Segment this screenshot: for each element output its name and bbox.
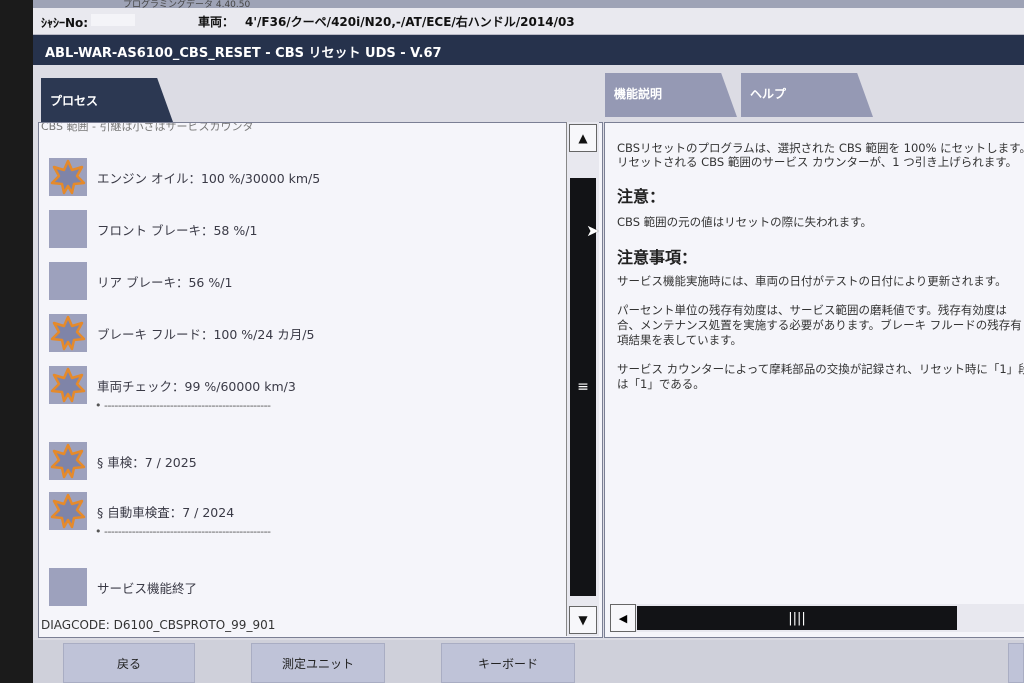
tab-help[interactable]: ヘルプ [741,73,873,117]
heading-caution: 注意： [617,187,666,206]
keyboard-button[interactable]: キーボード [441,643,575,683]
grip-icon: ≡ [577,379,589,395]
star-reset-icon [49,314,87,352]
vehicle-label: 車両： [198,15,235,29]
list-item-label: フロント ブレーキ：58 %/1 [97,223,258,238]
tab-process-label: プロセス [50,94,99,108]
function-title-bar: ABL-WAR-AS6100_CBS_RESET - CBS リセット UDS … [33,35,1024,65]
scroll-down-button[interactable]: ▼ [569,606,597,634]
partial-button[interactable] [1008,643,1024,683]
diagnostic-screen: プログラミングデータ 4.40.50 ｼｬｼｰNo: 車両： 4'/F36/クー… [33,0,1024,683]
vertical-scrollbar[interactable]: ▲ ≡ ▼ [566,122,599,636]
list-item-label: エンジン オイル：100 %/30000 km/5 [97,171,321,186]
top-status-strip: プログラミングデータ 4.40.50 [33,0,1024,10]
star-reset-icon [49,158,87,196]
triangle-up-icon: ▲ [578,131,588,145]
list-item-end-service[interactable]: サービス機能終了 [49,568,569,608]
star-reset-icon [49,492,87,530]
measuring-unit-button[interactable]: 測定ユニット [251,643,385,683]
triangle-down-icon: ▼ [578,613,588,627]
dotted-separator: • --------------------------------------… [95,525,271,538]
scroll-left-button[interactable]: ◀ [610,604,636,632]
star-reset-icon [49,442,87,480]
horizontal-scrollbar-thumb[interactable]: |||| [637,606,957,630]
diagcode-text: DIAGCODE: D6100_CBSPROTO_99_901 [41,618,276,632]
back-button[interactable]: 戻る [63,643,195,683]
note-text-3a: サービス カウンターによって摩耗部品の交換が記録され、リセット時に「1」段階 [617,362,1024,376]
list-item-label: リア ブレーキ：56 %/1 [97,275,233,290]
bottom-toolbar: 戻る 測定ユニット キーボード [33,640,1024,683]
vehicle-value: 4'/F36/クーペ/420i/N20,-/AT/ECE/右ハンドル/2014/… [245,15,575,29]
heading-notes: 注意事項： [617,248,698,267]
dotted-separator: • --------------------------------------… [95,399,271,412]
cut-off-header-text: CBS 範囲 - 引継は小さはサービスカウンタ [41,122,254,133]
list-item-label: § 自動車検査：7 / 2024 [97,505,235,520]
list-item-front-brake[interactable]: フロント ブレーキ：58 %/1 [49,210,569,250]
triangle-left-icon: ◀ [618,611,628,625]
intro-text-1: CBSリセットのプログラムは、選択された CBS 範囲を 100% にセットしま… [617,141,1024,155]
list-item-rear-brake[interactable]: リア ブレーキ：56 %/1 [49,262,569,302]
vehicle-info-bar: ｼｬｼｰNo: 車両： 4'/F36/クーペ/420i/N20,-/AT/ECE… [33,8,1024,35]
list-item-engine-oil[interactable]: エンジン オイル：100 %/30000 km/5 [49,158,569,198]
scrollbar-thumb[interactable]: ≡ [570,178,596,596]
caution-text: CBS 範囲の元の値はリセットの際に失われます。 [617,215,872,229]
tab-function-description[interactable]: 機能説明 [605,73,737,117]
note-text-3b: は「1」である。 [617,377,705,391]
list-item-label: 車両チェック：99 %/60000 km/3 [97,379,296,394]
horizontal-scrollbar[interactable]: ◀ |||| [610,604,1024,632]
function-description-panel: CBSリセットのプログラムは、選択された CBS 範囲を 100% にセットしま… [604,122,1024,638]
list-item-label: サービス機能終了 [97,581,198,596]
list-item-label: ブレーキ フルード：100 %/24 カ月/5 [97,327,315,342]
star-reset-icon [49,366,87,404]
list-item-label: § 車検：7 / 2025 [97,455,197,470]
blank-tile-icon [49,568,87,606]
tab-function-description-label: 機能説明 [614,87,663,101]
note-text-2b: 合、メンテナンス処置を実施する必要があります。ブレーキ フルードの残存有 [617,318,1022,332]
chassis-label: ｼｬｼｰNo: [41,16,89,30]
list-item-brake-fluid[interactable]: ブレーキ フルード：100 %/24 カ月/5 [49,314,569,354]
blank-tile-icon [49,262,87,300]
scroll-up-button[interactable]: ▲ [569,124,597,152]
mouse-cursor-icon: ➤ [586,221,600,240]
tab-process[interactable]: プロセス [41,78,173,122]
intro-text-2: リセットされる CBS 範囲のサービス カウンターが、1 つ引き上げられます。 [617,155,1018,169]
chassis-value-redacted [91,14,135,26]
note-text-2c: 項結果を表しています。 [617,333,743,347]
blank-tile-icon [49,210,87,248]
grip-icon: |||| [788,610,806,626]
tab-help-label: ヘルプ [750,87,787,101]
function-title: ABL-WAR-AS6100_CBS_RESET - CBS リセット UDS … [45,46,442,61]
list-item-inspection[interactable]: § 車検：7 / 2025 [49,442,569,482]
note-text-2a: パーセント単位の残存有効度は、サービス範囲の磨耗値です。残存有効度は [617,303,1007,317]
note-text-1: サービス機能実施時には、車両の日付がテストの日付により更新されます。 [617,274,1007,288]
process-panel: CBS 範囲 - 引継は小さはサービスカウンタ エンジン オイル：100 %/3… [38,122,603,638]
